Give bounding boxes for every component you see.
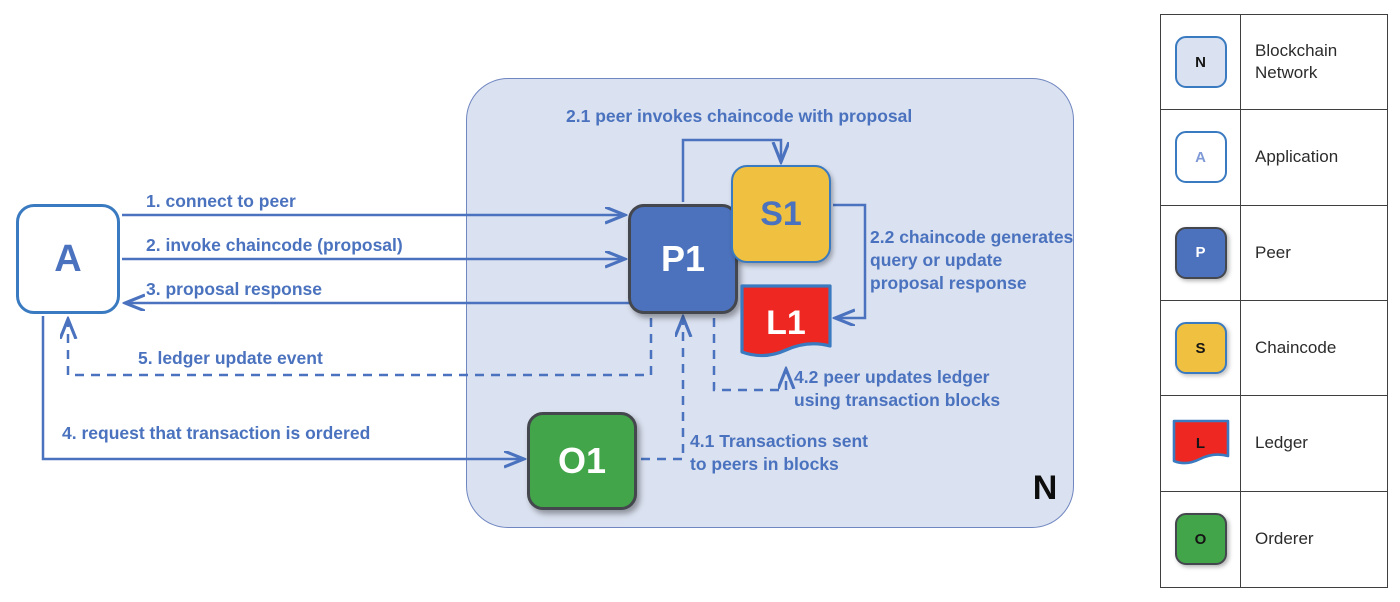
label-step-1: 1. connect to peer	[146, 191, 296, 211]
legend-icon-cell: L	[1161, 396, 1241, 491]
legend-row-peer: P Peer	[1161, 205, 1387, 301]
legend-row-chaincode: S Chaincode	[1161, 300, 1387, 397]
legend-icon-cell: P	[1161, 205, 1241, 300]
label-step-4-1: 4.1 Transactions sent to peers in blocks	[690, 431, 868, 474]
legend-icon-cell: A	[1161, 110, 1241, 205]
legend-row-network: N Blockchain Network	[1161, 15, 1387, 111]
label-step-4: 4. request that transaction is ordered	[62, 423, 371, 443]
label-step-2: 2. invoke chaincode (proposal)	[146, 235, 403, 255]
legend-icon-cell: O	[1161, 491, 1241, 587]
legend-name: Blockchain Network	[1255, 41, 1338, 83]
label-step-4-2: 4.2 peer updates ledger using transactio…	[794, 367, 1001, 410]
node-chaincode-label: S1	[760, 194, 802, 233]
label-step-5: 5. ledger update event	[138, 348, 323, 368]
legend-symbol: L	[1195, 434, 1206, 452]
legend-name: Orderer	[1255, 529, 1314, 549]
peer-chip-icon: P	[1174, 226, 1227, 279]
node-ledger-label: L1	[766, 304, 806, 342]
legend-icon-cell: S	[1161, 300, 1241, 396]
chaincode-chip-icon: S	[1174, 322, 1227, 375]
node-application[interactable]: A	[16, 204, 120, 314]
node-orderer-label: O1	[557, 440, 607, 481]
network-letter-label: N	[1032, 468, 1058, 507]
legend-symbol: P	[1195, 244, 1206, 262]
legend-name: Peer	[1255, 242, 1291, 262]
legend-name: Ledger	[1255, 433, 1308, 453]
ledger-chip-icon: L	[1172, 419, 1230, 467]
orderer-chip-icon: O	[1174, 513, 1227, 566]
node-peer-p1[interactable]: P1	[628, 204, 738, 314]
arrow-step-4-1	[641, 318, 683, 461]
legend-name: Application	[1255, 147, 1339, 167]
legend-symbol: O	[1194, 530, 1207, 548]
node-orderer-o1[interactable]: O1	[527, 412, 637, 510]
diagram-canvas: A P1 S1 L1 O1 N 1. connect to peer 2. in…	[0, 0, 1400, 602]
node-chaincode-s1[interactable]: S1	[731, 165, 831, 263]
legend-table: N Blockchain Network A Application P Pee…	[1160, 14, 1388, 588]
legend-row-orderer: O Orderer	[1161, 491, 1387, 587]
label-step-2-1: 2.1 peer invokes chaincode with proposal	[566, 106, 913, 126]
legend-row-application: A Application	[1161, 110, 1387, 206]
node-peer-label: P1	[660, 238, 706, 279]
arrow-step-2-2	[833, 203, 867, 318]
label-step-3: 3. proposal response	[146, 279, 323, 299]
legend-symbol: A	[1195, 148, 1206, 166]
application-chip-icon: A	[1174, 131, 1227, 184]
legend-row-ledger: L Ledger	[1161, 396, 1387, 492]
node-ledger-l1[interactable]: L1	[740, 284, 832, 362]
legend-icon-cell: N	[1161, 15, 1241, 110]
legend-name: Chaincode	[1255, 338, 1337, 358]
network-chip-icon: N	[1174, 36, 1227, 89]
node-application-label: A	[54, 237, 82, 280]
legend-symbol: N	[1195, 53, 1206, 71]
label-step-2-2: 2.2 chaincode generates query or update …	[870, 227, 1074, 293]
legend-symbol: S	[1195, 339, 1206, 357]
